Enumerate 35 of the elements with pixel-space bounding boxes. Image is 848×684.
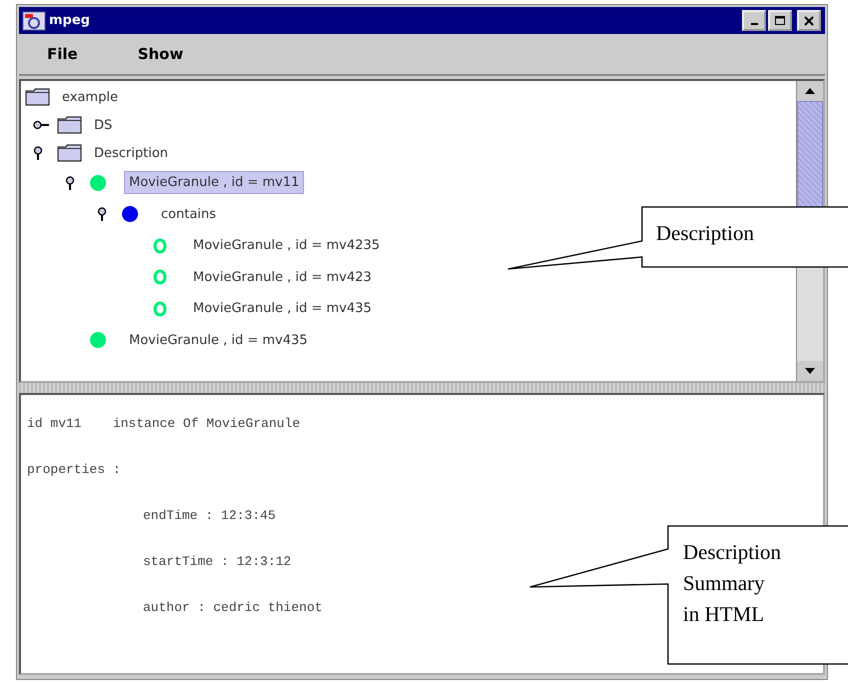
window-title: mpeg	[49, 13, 90, 28]
callout-text: Description Summary in HTML	[683, 539, 781, 628]
summary-heading: id mv11 instance Of MovieGranule	[27, 415, 300, 433]
minimize-button[interactable]	[742, 10, 766, 31]
down-arrow-icon	[805, 368, 815, 374]
close-icon	[803, 14, 815, 26]
expand-handle-icon[interactable]	[97, 207, 107, 222]
tree-node[interactable]: MovieGranule , id = mv11	[124, 171, 304, 194]
close-button[interactable]	[797, 10, 821, 31]
tree-node[interactable]: example	[57, 86, 123, 108]
tree-node[interactable]: Description	[89, 142, 174, 164]
collapse-handle-icon[interactable]	[33, 120, 49, 130]
tree-node[interactable]: contains	[156, 202, 222, 226]
tree-node[interactable]: MovieGranule , id = mv423	[188, 266, 377, 289]
property-text: startTime : 12:3:12	[143, 553, 292, 571]
menu-item[interactable]: Show	[128, 43, 194, 65]
up-arrow-icon	[805, 88, 815, 94]
app-icon	[22, 10, 46, 30]
folder-icon	[57, 144, 83, 162]
expand-handle-icon[interactable]	[65, 176, 75, 190]
folder-icon	[25, 88, 51, 106]
maximize-button[interactable]	[768, 10, 792, 31]
minimize-icon	[750, 23, 758, 25]
properties-label: properties :	[27, 461, 121, 479]
property-text: author : cedric thienot	[143, 599, 322, 617]
menu-item[interactable]: File	[37, 43, 88, 65]
tree-node[interactable]: MovieGranule , id = mv4235	[188, 234, 385, 258]
callout-text: Description	[656, 220, 754, 247]
tree-node[interactable]: MovieGranule , id = mv435	[188, 297, 377, 320]
tree-node[interactable]: DS	[89, 114, 118, 136]
expand-handle-icon[interactable]	[33, 146, 43, 160]
folder-icon	[57, 116, 83, 134]
maximize-icon	[774, 14, 786, 26]
tree-node[interactable]: MovieGranule , id = mv435	[124, 328, 313, 352]
property-text: endTime : 12:3:45	[143, 507, 276, 525]
